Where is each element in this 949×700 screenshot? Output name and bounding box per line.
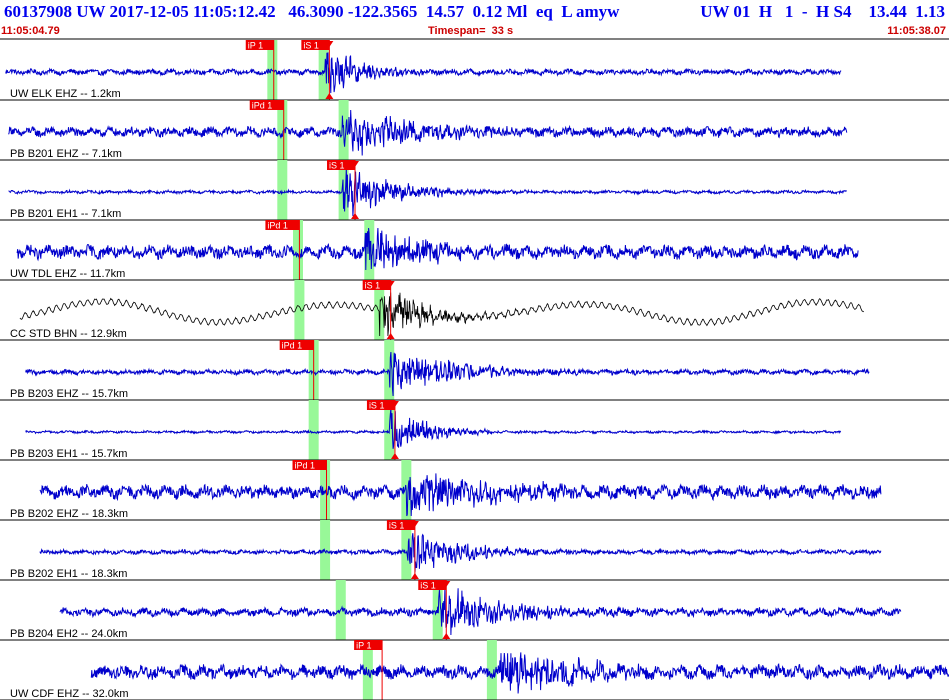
pick-label: iS 1 (303, 41, 319, 51)
station-label: PB B202 EHZ -- 18.3km (10, 508, 128, 520)
station-label: PB B202 EH1 -- 18.3km (10, 568, 127, 580)
pick-arrow-up (442, 633, 451, 639)
station-label: PB B204 EH2 -- 24.0km (10, 628, 127, 640)
waveform-trace (5, 52, 842, 94)
seismogram-plot: iP 1 iS 1 UW ELK EHZ -- 1.2km iPd 1 PB B201 … (0, 38, 949, 700)
waveform-trace (8, 167, 847, 217)
start-time: 11:05:04.79 (1, 25, 60, 37)
station-label: UW ELK EHZ -- 1.2km (10, 88, 121, 100)
pick-label: iPd 1 (282, 341, 303, 351)
station-label: PB B203 EHZ -- 15.7km (10, 388, 128, 400)
waveform-trace (59, 588, 902, 636)
pick-arrow-up (410, 573, 419, 579)
event-header: 60137908 UW 2017-12-05 11:05:12.42 46.30… (0, 0, 949, 27)
station-label: PB B201 EH1 -- 7.1km (10, 208, 121, 220)
waveform-trace (16, 227, 859, 271)
event-summary: 60137908 UW 2017-12-05 11:05:12.42 46.30… (4, 2, 620, 21)
station-label: UW CDF EHZ -- 32.0km (10, 688, 129, 700)
station-label: PB B201 EHZ -- 7.1km (10, 148, 122, 160)
pick-label: iS 1 (369, 401, 385, 411)
waveform-trace (19, 292, 864, 337)
p-window-marker (320, 520, 331, 580)
pick-label: iPd 1 (295, 461, 316, 471)
pick-label: iS 1 (389, 521, 405, 531)
pick-label: iS 1 (329, 161, 345, 171)
waveform-trace (39, 473, 882, 517)
pick-arrow-up (351, 213, 360, 219)
station-label: PB B203 EH1 -- 15.7km (10, 448, 127, 460)
station-label: UW TDL EHZ -- 11.7km (10, 268, 125, 280)
channel-summary: UW 01 H 1 - H S4 13.44 1.13 (700, 2, 945, 21)
pick-label: iS 1 (365, 281, 381, 291)
pick-label: iS 1 (420, 581, 436, 591)
waveform-trace (25, 407, 842, 449)
end-time: 11:05:38.07 (887, 25, 946, 37)
timespan-label: Timespan= 33 s (428, 25, 514, 37)
p-window-marker (308, 400, 319, 460)
station-label: CC STD BHN -- 12.9km (10, 328, 127, 340)
pick-label: iP 1 (248, 41, 263, 51)
seismogram-viewer: iP 1 iS 1 UW ELK EHZ -- 1.2km iPd 1 PB B201 … (0, 0, 949, 700)
waveform-trace (39, 533, 882, 573)
waveform-trace (90, 652, 949, 694)
waveform-trace (8, 109, 848, 156)
pick-label: iP 1 (356, 641, 371, 651)
waveform-trace (25, 351, 870, 397)
p-window-marker (277, 160, 288, 220)
pick-label: iPd 1 (252, 101, 273, 111)
pick-label: iPd 1 (267, 221, 288, 231)
